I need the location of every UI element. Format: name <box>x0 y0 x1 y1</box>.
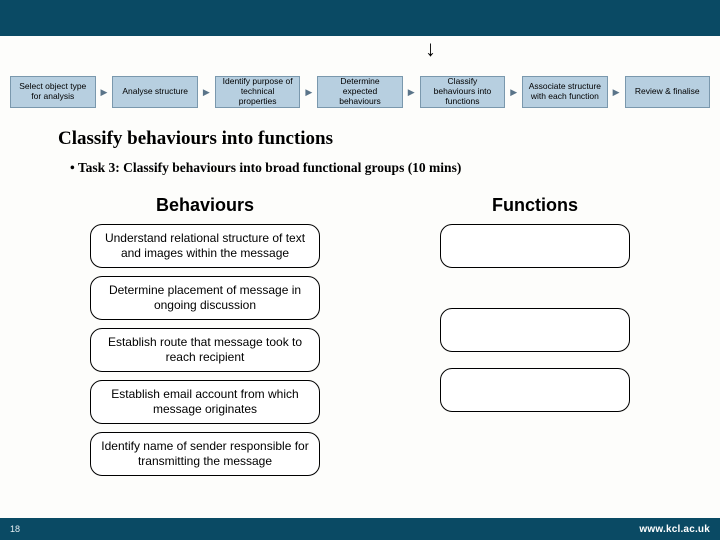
behaviours-header: Behaviours <box>156 195 254 216</box>
behaviour-box: Establish route that message took to rea… <box>90 328 320 372</box>
behaviour-box: Identify name of sender responsible for … <box>90 432 320 476</box>
slide-title: Classify behaviours into functions <box>58 128 333 150</box>
down-arrow-icon: ↓ <box>425 36 436 62</box>
chevron-right-icon: ▶ <box>407 87 416 98</box>
flow-step: Classify behaviours into functions <box>420 76 506 108</box>
columns-container: Behaviours Understand relational structu… <box>0 195 720 484</box>
function-box-empty <box>440 224 630 268</box>
footer-url: www.kcl.ac.uk <box>639 524 710 535</box>
task-bullet: • Task 3: Classify behaviours into broad… <box>70 160 461 176</box>
header-band <box>0 0 720 36</box>
flow-step: Select object type for analysis <box>10 76 96 108</box>
functions-header: Functions <box>492 195 578 216</box>
flow-step: Identify purpose of technical properties <box>215 76 301 108</box>
chevron-right-icon: ▶ <box>509 87 518 98</box>
process-flow: Select object type for analysis ▶ Analys… <box>10 76 710 108</box>
footer-band: 18 www.kcl.ac.uk <box>0 518 720 540</box>
behaviour-box: Establish email account from which messa… <box>90 380 320 424</box>
behaviours-column: Behaviours Understand relational structu… <box>90 195 320 484</box>
chevron-right-icon: ▶ <box>100 87 109 98</box>
flow-step: Determine expected behaviours <box>317 76 403 108</box>
flow-step: Associate structure with each function <box>522 76 608 108</box>
flow-step: Analyse structure <box>112 76 198 108</box>
chevron-right-icon: ▶ <box>304 87 313 98</box>
flow-step: Review & finalise <box>625 76 711 108</box>
functions-stack <box>440 224 630 428</box>
functions-column: Functions <box>440 195 630 484</box>
behaviour-box: Determine placement of message in ongoin… <box>90 276 320 320</box>
page-number: 18 <box>10 524 20 534</box>
chevron-right-icon: ▶ <box>202 87 211 98</box>
function-box-empty <box>440 368 630 412</box>
chevron-right-icon: ▶ <box>612 87 621 98</box>
behaviour-box: Understand relational structure of text … <box>90 224 320 268</box>
function-box-empty <box>440 308 630 352</box>
